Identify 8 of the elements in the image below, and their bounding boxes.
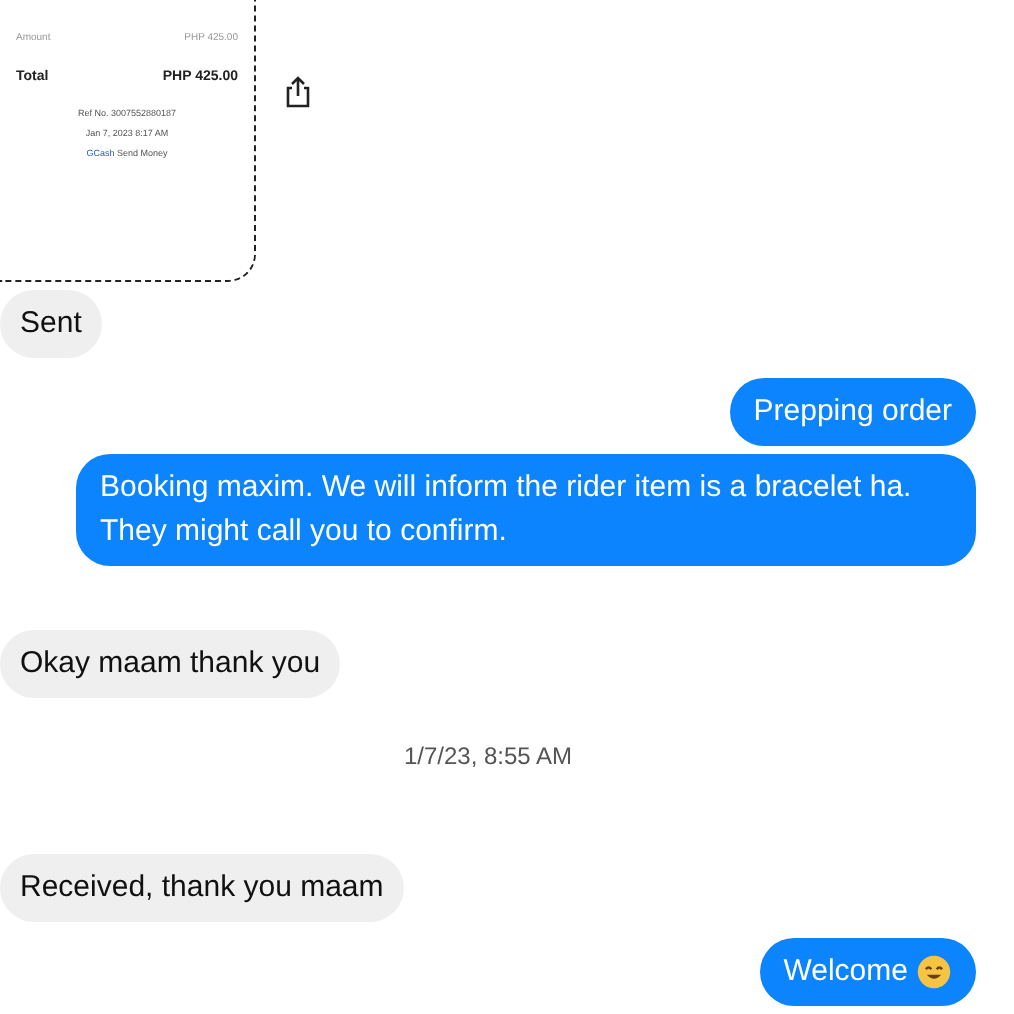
share-icon[interactable] bbox=[284, 76, 312, 108]
sent-message: Welcome bbox=[759, 938, 976, 1006]
sent-message: Prepping order bbox=[729, 378, 976, 446]
sent-message: Booking maxim. We will inform the rider item is a bracelet ha. They might call you to confirm. bbox=[76, 454, 976, 566]
received-message: Okay maam thank you bbox=[0, 630, 341, 698]
received-message: Sent bbox=[0, 290, 102, 358]
received-message: Received, thank you maam bbox=[0, 854, 404, 922]
timestamp: 1/7/23, 8:55 AM bbox=[403, 740, 573, 774]
